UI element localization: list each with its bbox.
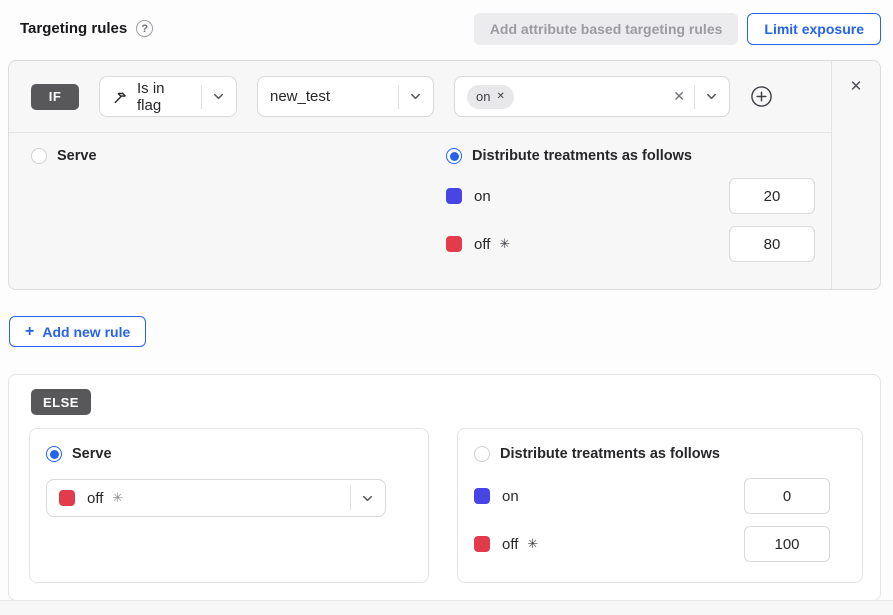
- rule-body: Serve Distribute treatments as follows o…: [9, 133, 831, 262]
- select-divider: [398, 85, 399, 109]
- default-treatment-icon: ✳: [499, 236, 510, 252]
- treatment-on-percentage-input[interactable]: [729, 178, 815, 214]
- flag-icon: [112, 88, 129, 105]
- header-actions: Add attribute based targeting rules Limi…: [474, 13, 881, 45]
- treatment-name: off: [474, 236, 490, 253]
- else-serve-option[interactable]: Serve: [46, 446, 412, 462]
- else-distribute-label: Distribute treatments as follows: [500, 446, 720, 462]
- chevron-down-icon: [360, 491, 375, 506]
- else-rule-card: ELSE Serve off ✳ Distribute treatments: [8, 374, 881, 601]
- select-divider: [694, 85, 695, 109]
- distribute-column: Distribute treatments as follows on off …: [446, 148, 815, 262]
- treatment-row-on: on: [446, 178, 815, 214]
- treatment-multiselect[interactable]: on ✕ ✕: [454, 76, 730, 117]
- treatment-tag: on ✕: [467, 85, 514, 109]
- treatment-off-swatch: [59, 490, 75, 506]
- treatment-row-off: off ✳: [446, 226, 815, 262]
- else-badge: ELSE: [31, 389, 91, 415]
- treatment-off-swatch: [446, 236, 462, 252]
- flag-select[interactable]: new_test: [257, 76, 434, 117]
- distribute-option[interactable]: Distribute treatments as follows: [446, 148, 815, 164]
- clear-selection-icon[interactable]: ✕: [673, 88, 685, 105]
- distribute-label: Distribute treatments as follows: [472, 148, 692, 164]
- if-badge: IF: [31, 84, 79, 110]
- treatment-tag-label: on: [476, 89, 490, 104]
- else-serve-card: Serve off ✳: [29, 428, 429, 583]
- matcher-select-value: Is in flag: [137, 80, 192, 114]
- else-serve-radio[interactable]: [46, 446, 62, 462]
- rule-condition-row: IF Is in flag new_test: [9, 61, 831, 133]
- treatment-name: off: [502, 536, 518, 553]
- serve-column: Serve: [31, 148, 446, 262]
- else-serve-select-value: off: [87, 490, 103, 507]
- add-new-rule-label: Add new rule: [42, 324, 130, 340]
- treatment-on-swatch: [446, 188, 462, 204]
- default-treatment-icon: ✳: [527, 536, 538, 552]
- select-divider: [201, 85, 202, 109]
- page-title: Targeting rules: [20, 20, 127, 37]
- add-new-rule-button[interactable]: + Add new rule: [9, 316, 146, 347]
- targeting-rule-card: IF Is in flag new_test: [8, 60, 881, 290]
- close-rule-icon[interactable]: ✕: [850, 79, 863, 94]
- help-icon[interactable]: ?: [136, 20, 153, 37]
- else-serve-treatment-select[interactable]: off ✳: [46, 479, 386, 517]
- else-treatment-on-percentage-input[interactable]: [744, 478, 830, 514]
- else-serve-label: Serve: [72, 446, 112, 462]
- page-header: Targeting rules ? Add attribute based ta…: [0, 0, 893, 46]
- add-condition-icon[interactable]: [750, 85, 773, 108]
- rule-close-column: ✕: [831, 61, 880, 289]
- treatment-off-swatch: [474, 536, 490, 552]
- default-treatment-icon: ✳: [112, 490, 123, 506]
- chevron-down-icon: [211, 89, 226, 104]
- else-distribute-card: Distribute treatments as follows on off …: [457, 428, 863, 583]
- else-treatment-off-percentage-input[interactable]: [744, 526, 830, 562]
- chevron-down-icon: [408, 89, 423, 104]
- plus-icon: +: [25, 324, 34, 340]
- treatment-name: on: [502, 488, 519, 505]
- serve-label: Serve: [57, 148, 97, 164]
- serve-option[interactable]: Serve: [31, 148, 446, 164]
- else-treatment-row-off: off ✳: [474, 526, 846, 562]
- rule-main: IF Is in flag new_test: [9, 61, 831, 289]
- else-options-row: Serve off ✳ Distribute treatments as fol…: [31, 428, 863, 583]
- matcher-select[interactable]: Is in flag: [99, 76, 237, 117]
- distribute-radio[interactable]: [446, 148, 462, 164]
- else-distribute-option[interactable]: Distribute treatments as follows: [474, 446, 846, 462]
- tag-remove-icon[interactable]: ✕: [496, 91, 504, 102]
- else-treatment-row-on: on: [474, 478, 846, 514]
- treatment-off-percentage-input[interactable]: [729, 226, 815, 262]
- flag-select-value: new_test: [270, 88, 330, 105]
- select-divider: [350, 486, 351, 510]
- chevron-down-icon: [704, 89, 719, 104]
- treatment-on-swatch: [474, 488, 490, 504]
- next-section-edge: [0, 600, 893, 615]
- add-attribute-rules-button[interactable]: Add attribute based targeting rules: [474, 13, 739, 45]
- serve-radio[interactable]: [31, 148, 47, 164]
- else-distribute-radio[interactable]: [474, 446, 490, 462]
- limit-exposure-button[interactable]: Limit exposure: [747, 13, 881, 45]
- treatment-name: on: [474, 188, 491, 205]
